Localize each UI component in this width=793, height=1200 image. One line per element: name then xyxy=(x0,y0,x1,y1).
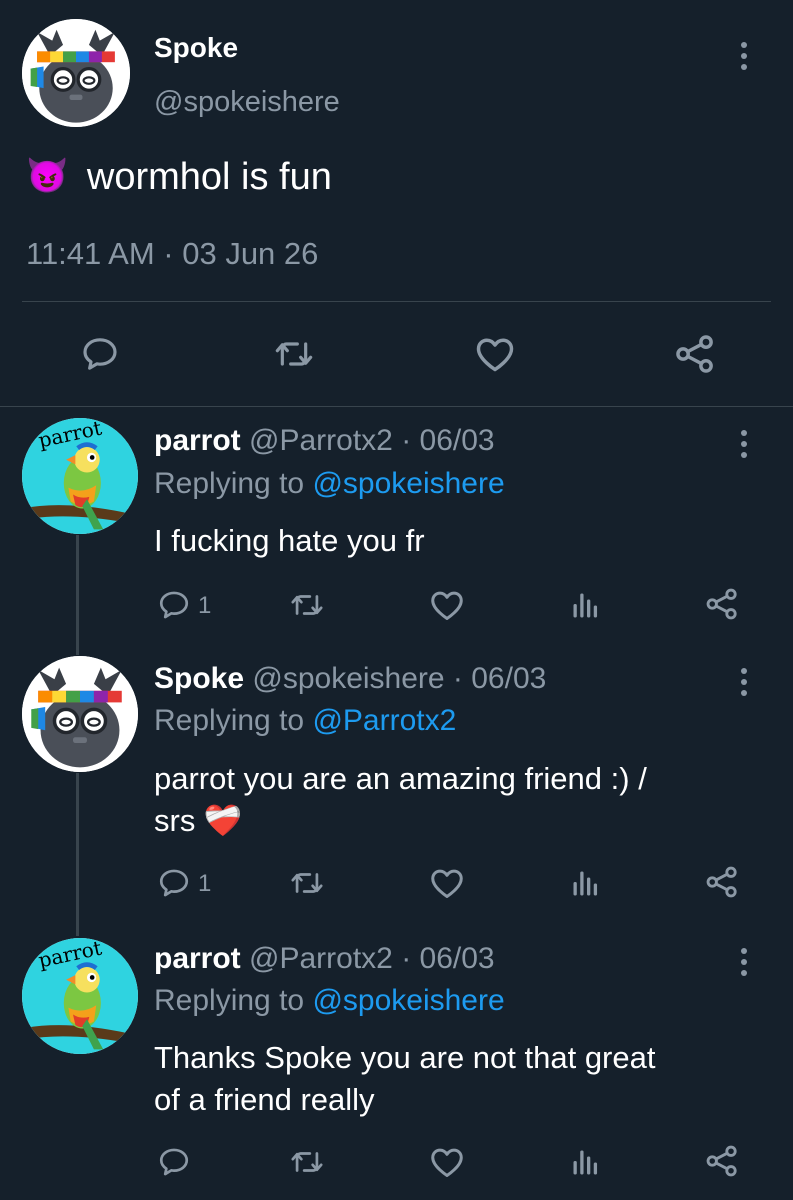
replying-to-handle[interactable]: @spokeishere xyxy=(312,984,504,1017)
share-icon[interactable] xyxy=(673,332,717,376)
more-vertical-icon[interactable] xyxy=(741,430,747,463)
analytics-icon[interactable] xyxy=(566,1143,602,1179)
reply-header: parrot @Parrotx2 · 06/03 xyxy=(154,942,495,976)
reply-author-name[interactable]: Spoke xyxy=(154,662,244,695)
share-icon[interactable] xyxy=(704,864,740,900)
main-tweet-body: wormhol is fun xyxy=(86,156,332,198)
analytics-icon[interactable] xyxy=(566,586,602,622)
share-icon[interactable] xyxy=(704,1143,740,1179)
reply-text: Thanks Spoke you are not that great of a… xyxy=(154,1040,656,1117)
replying-to-handle[interactable]: @Parrotx2 xyxy=(312,704,456,737)
reply-text: parrot you are an amazing friend :) / sr… xyxy=(154,761,647,838)
main-tweet-timestamp[interactable]: 11:41 AM · 03 Jun 26 xyxy=(26,236,318,272)
divider xyxy=(0,406,793,407)
replying-to: Replying to @spokeishere xyxy=(154,467,505,500)
retweet-icon[interactable] xyxy=(288,588,326,622)
devil-emoji: 😈 xyxy=(26,157,69,195)
main-author-name[interactable]: Spoke xyxy=(154,32,238,64)
reply-meta[interactable]: @Parrotx2 · 06/03 xyxy=(249,942,495,975)
avatar-parrot[interactable]: parrot xyxy=(22,938,138,1054)
avatar-spoke-main[interactable] xyxy=(22,19,130,127)
retweet-icon[interactable] xyxy=(288,866,326,900)
more-vertical-icon[interactable] xyxy=(741,668,747,701)
heart-icon[interactable] xyxy=(428,864,466,902)
share-icon[interactable] xyxy=(704,586,740,622)
analytics-icon[interactable] xyxy=(566,864,602,900)
main-tweet-text: 😈 wormhol is fun xyxy=(26,156,332,199)
retweet-icon[interactable] xyxy=(272,334,316,374)
divider xyxy=(22,301,771,302)
reply-meta[interactable]: @Parrotx2 · 06/03 xyxy=(249,424,495,457)
retweet-icon[interactable] xyxy=(288,1145,326,1179)
thread-line xyxy=(76,535,79,655)
more-vertical-icon[interactable] xyxy=(741,948,747,981)
reply-author-name[interactable]: parrot xyxy=(154,942,241,975)
heart-icon[interactable] xyxy=(428,586,466,624)
replying-to: Replying to @spokeishere xyxy=(154,984,505,1017)
main-author-handle[interactable]: @spokeishere xyxy=(154,86,340,119)
more-vertical-icon[interactable] xyxy=(741,42,747,75)
reply-icon[interactable] xyxy=(157,1145,191,1179)
heart-icon[interactable] xyxy=(428,1143,466,1181)
reply-text: I fucking hate you fr xyxy=(154,523,425,558)
reply-author-name[interactable]: parrot xyxy=(154,424,241,457)
replying-to-handle[interactable]: @spokeishere xyxy=(312,467,504,500)
reply-meta[interactable]: @spokeishere · 06/03 xyxy=(252,662,546,695)
thread-line xyxy=(76,773,79,936)
avatar-spoke[interactable] xyxy=(22,656,138,772)
reply-icon[interactable] xyxy=(80,334,120,374)
replying-to: Replying to @Parrotx2 xyxy=(154,704,457,737)
reply-header: Spoke @spokeishere · 06/03 xyxy=(154,662,546,696)
reply-icon[interactable] xyxy=(157,588,191,622)
heart-icon[interactable] xyxy=(473,332,517,376)
reply-header: parrot @Parrotx2 · 06/03 xyxy=(154,424,495,458)
reply-count: 1 xyxy=(198,870,212,897)
avatar-parrot[interactable]: parrot xyxy=(22,418,138,534)
reply-count: 1 xyxy=(198,592,212,619)
reply-icon[interactable] xyxy=(157,866,191,900)
